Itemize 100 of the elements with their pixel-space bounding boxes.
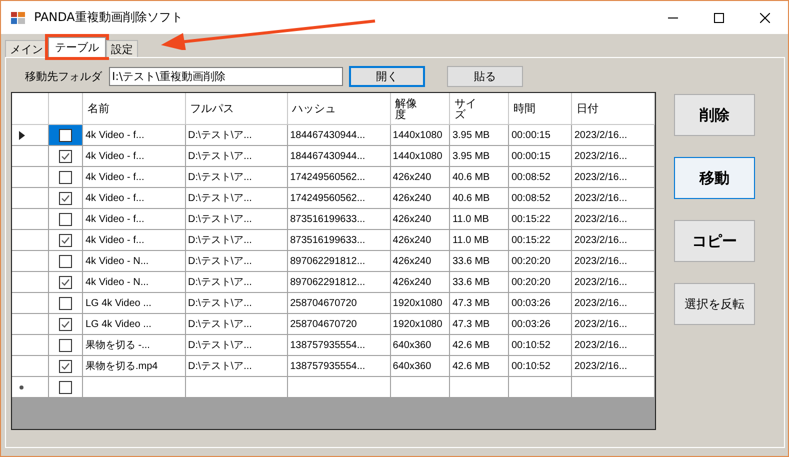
table-cell: 640x360 [390, 356, 450, 376]
table-cell: 00:15:22 [508, 208, 572, 230]
table-cell: D:\テスト\ア... [186, 334, 288, 356]
table-cell: 33.6 MB [450, 272, 509, 292]
table-cell: 00:03:26 [508, 314, 572, 334]
table-cell: 40.6 MB [450, 166, 509, 188]
table-cell: 果物を切る.mp4 [82, 356, 186, 376]
table-cell: 00:03:26 [508, 292, 572, 314]
table-cell: 426x240 [390, 230, 450, 250]
maximize-icon [714, 12, 724, 22]
table-cell: 2023/2/16... [572, 356, 654, 376]
table-cell: LG 4k Video ... [82, 314, 186, 334]
checkbox[interactable] [59, 296, 72, 310]
table-cell: 42.6 MB [450, 334, 509, 356]
table-cell: D:\テスト\ア... [186, 292, 288, 314]
checkbox[interactable] [59, 234, 72, 246]
table-cell: 2023/2/16... [572, 208, 654, 230]
table-cell: 47.3 MB [450, 292, 509, 314]
table-cell: 897062291812... [288, 250, 390, 272]
table-cell: 4k Video - f... [82, 166, 186, 188]
table-cell: 2023/2/16... [572, 124, 654, 146]
column-header[interactable]: ハッシュ [288, 93, 390, 124]
tab[interactable]: テーブル [48, 37, 106, 57]
table-cell: 4k Video - f... [82, 188, 186, 208]
table-cell: D:\テスト\ア... [186, 314, 288, 334]
table-cell: 00:20:20 [508, 250, 572, 272]
folder-button[interactable]: 開く [349, 66, 425, 86]
table-cell: 11.0 MB [450, 230, 509, 250]
table-cell: 3.95 MB [450, 124, 509, 146]
table-cell: D:\テスト\ア... [186, 188, 288, 208]
folder-label: 移動先フォルダ [25, 68, 104, 84]
table-cell: D:\テスト\ア... [186, 146, 288, 166]
table-cell: 2023/2/16... [572, 188, 654, 208]
action-button[interactable]: 削除 [674, 94, 755, 136]
table-cell: 258704670720 [288, 314, 390, 334]
checkbox[interactable] [59, 150, 72, 162]
table-cell: 426x240 [390, 272, 450, 292]
table-cell: 184467430944... [288, 146, 390, 166]
table-cell: 1920x1080 [390, 292, 450, 314]
table-cell: 00:10:52 [508, 334, 572, 356]
checkbox[interactable] [59, 276, 72, 288]
checkbox[interactable] [59, 338, 72, 352]
current-row-icon [19, 130, 25, 140]
table-cell: 426x240 [390, 166, 450, 188]
action-button[interactable]: 移動 [674, 157, 755, 199]
table-cell: LG 4k Video ... [82, 292, 186, 314]
checkbox[interactable] [59, 170, 72, 184]
checkbox[interactable] [59, 318, 72, 330]
checkbox[interactable] [59, 254, 72, 268]
checkbox[interactable] [59, 212, 72, 226]
column-header[interactable]: 時間 [508, 93, 572, 124]
table-cell: 00:10:52 [508, 356, 572, 376]
table-cell: 果物を切る -... [82, 334, 186, 356]
close-icon [760, 12, 770, 22]
column-header[interactable]: フルパス [186, 93, 288, 124]
column-header[interactable]: 名前 [82, 93, 186, 124]
table-cell: 426x240 [390, 208, 450, 230]
app-icon [10, 10, 26, 26]
table-cell: D:\テスト\ア... [186, 124, 288, 146]
table-cell: 873516199633... [288, 230, 390, 250]
folder-button[interactable]: 貼る [447, 66, 523, 86]
table-cell: 00:00:15 [508, 124, 572, 146]
table-cell: 258704670720 [288, 292, 390, 314]
column-header[interactable]: 日付 [572, 93, 654, 124]
action-button[interactable]: 選択を反転 [674, 283, 755, 325]
table-cell: 4k Video - f... [82, 124, 186, 146]
checkbox[interactable] [59, 380, 72, 394]
table-cell: 138757935554... [288, 356, 390, 376]
table-cell: 47.3 MB [450, 314, 509, 334]
table-cell: 2023/2/16... [572, 272, 654, 292]
table-cell: 4k Video - N... [82, 250, 186, 272]
table-cell: 138757935554... [288, 334, 390, 356]
column-header[interactable]: サイズ [450, 93, 509, 124]
table-cell: 00:08:52 [508, 188, 572, 208]
table-cell: 2023/2/16... [572, 166, 654, 188]
table-cell: D:\テスト\ア... [186, 356, 288, 376]
tab[interactable]: メイン [5, 40, 48, 57]
table-cell: 426x240 [390, 188, 450, 208]
window-title: PANDA重複動画削除ソフト [34, 9, 184, 26]
checkbox[interactable] [59, 360, 72, 372]
checkbox[interactable] [59, 192, 72, 204]
table-cell: 42.6 MB [450, 356, 509, 376]
table-cell: 1440x1080 [390, 146, 450, 166]
checkbox[interactable] [59, 128, 72, 142]
table-cell: D:\テスト\ア... [186, 166, 288, 188]
folder-field[interactable]: I:\テスト\重複動画削除 [109, 66, 343, 86]
table-cell: D:\テスト\ア... [186, 272, 288, 292]
table-cell: 1920x1080 [390, 314, 450, 334]
column-header[interactable]: 解像度 [390, 93, 450, 124]
table-cell: 11.0 MB [450, 208, 509, 230]
table-cell: 1440x1080 [390, 124, 450, 146]
table-cell: 2023/2/16... [572, 250, 654, 272]
action-button[interactable]: コピー [674, 220, 755, 262]
table-cell: 640x360 [390, 334, 450, 356]
table-cell: 873516199633... [288, 208, 390, 230]
table-cell: 426x240 [390, 250, 450, 272]
tab[interactable]: 設定 [106, 40, 138, 57]
table-cell: 897062291812... [288, 272, 390, 292]
table-cell: 4k Video - f... [82, 230, 186, 250]
table-cell: 00:15:22 [508, 230, 572, 250]
